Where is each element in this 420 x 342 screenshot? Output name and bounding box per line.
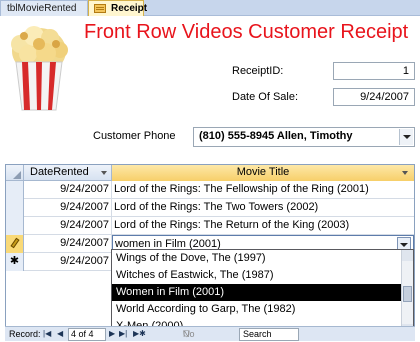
receipt-title: Front Row Videos Customer Receipt — [84, 21, 409, 43]
sort-arrow-icon — [101, 171, 107, 175]
cell-daterented[interactable]: 9/24/2007 — [24, 217, 112, 235]
list-item[interactable]: Wings of the Dove, The (1997) — [112, 250, 402, 267]
new-record-icon: ✱ — [6, 253, 24, 271]
column-header-movie-title[interactable]: Movie Title — [112, 165, 414, 181]
pencil-icon — [9, 237, 20, 249]
last-record-icon[interactable]: ▶| — [119, 327, 127, 341]
row-selector[interactable] — [6, 181, 24, 199]
date-of-sale-label: Date Of Sale: — [232, 91, 299, 103]
receipt-id-label: ReceiptID: — [232, 65, 284, 77]
tab-tblmovierented[interactable]: tblMovieRented — [0, 0, 88, 16]
document-tab-strip: tblMovieRented Receipt — [0, 0, 420, 16]
form-icon — [94, 4, 106, 13]
table-row[interactable]: 9/24/2007 Lord of the Rings: The Fellows… — [6, 181, 414, 199]
tab-receipt[interactable]: Receipt — [88, 0, 148, 16]
cell-daterented[interactable]: 9/24/2007 — [24, 181, 112, 199]
column-header-daterented-label: DateRented — [30, 166, 89, 178]
row-selector[interactable] — [6, 235, 24, 253]
record-position-field[interactable]: 4 of 4 — [68, 328, 106, 341]
cell-daterented[interactable]: 9/24/2007 — [24, 253, 112, 271]
record-label: Record: — [9, 329, 41, 339]
select-all-button[interactable] — [6, 165, 24, 181]
cell-movie-title[interactable]: Lord of the Rings: The Return of the Kin… — [112, 217, 414, 235]
list-item[interactable]: Witches of Eastwick, The (1987) — [112, 267, 402, 284]
cell-daterented[interactable]: 9/24/2007 — [24, 235, 112, 253]
list-item-selected[interactable]: Women in Film (2001) — [112, 284, 402, 301]
scroll-thumb[interactable] — [403, 286, 412, 302]
first-record-icon[interactable]: |◀ — [43, 327, 51, 341]
next-record-icon[interactable]: ▶ — [109, 327, 115, 341]
no-filter-label: No Filter — [183, 329, 195, 339]
list-item[interactable]: World According to Garp, The (1982) — [112, 301, 402, 318]
scroll-up-button[interactable] — [402, 250, 413, 261]
cell-movie-title[interactable]: Lord of the Rings: The Two Towers (2002) — [112, 199, 414, 217]
record-navigator: Record: |◀ ◀ 4 of 4 ▶ ▶| ▶✱ ⛉ No Filter … — [5, 326, 415, 341]
receipt-id-field[interactable]: 1 — [333, 62, 415, 80]
table-row[interactable]: 9/24/2007 Lord of the Rings: The Two Tow… — [6, 199, 414, 217]
chevron-down-icon — [403, 135, 411, 139]
previous-record-icon[interactable]: ◀ — [57, 327, 63, 341]
column-header-movie-title-label: Movie Title — [236, 166, 290, 178]
table-row[interactable]: 9/24/2007 Lord of the Rings: The Return … — [6, 217, 414, 235]
customer-phone-label: Customer Phone — [93, 130, 176, 142]
column-header-daterented[interactable]: DateRented — [24, 165, 112, 181]
new-record-button[interactable]: ▶✱ — [133, 327, 146, 341]
row-selector[interactable] — [6, 199, 24, 217]
chevron-down-icon — [400, 243, 408, 247]
customer-phone-dropdown-button[interactable] — [399, 129, 413, 145]
tab-receipt-label: Receipt — [111, 3, 148, 14]
sort-arrow-icon — [402, 171, 408, 175]
dropdown-scrollbar[interactable] — [401, 250, 413, 335]
row-selector[interactable] — [6, 217, 24, 235]
datasheet-header: DateRented Movie Title — [6, 165, 414, 181]
cell-movie-title[interactable]: Lord of the Rings: The Fellowship of the… — [112, 181, 414, 199]
customer-phone-value: (810) 555-8945 Allen, Timothy — [199, 130, 353, 142]
search-field[interactable]: Search — [239, 328, 299, 341]
customer-phone-combo[interactable]: (810) 555-8945 Allen, Timothy — [193, 127, 415, 147]
cell-daterented[interactable]: 9/24/2007 — [24, 199, 112, 217]
movie-title-dropdown-list[interactable]: Wings of the Dove, The (1997) Witches of… — [111, 249, 414, 336]
date-of-sale-field[interactable]: 9/24/2007 — [333, 88, 415, 106]
popcorn-image — [11, 26, 68, 111]
